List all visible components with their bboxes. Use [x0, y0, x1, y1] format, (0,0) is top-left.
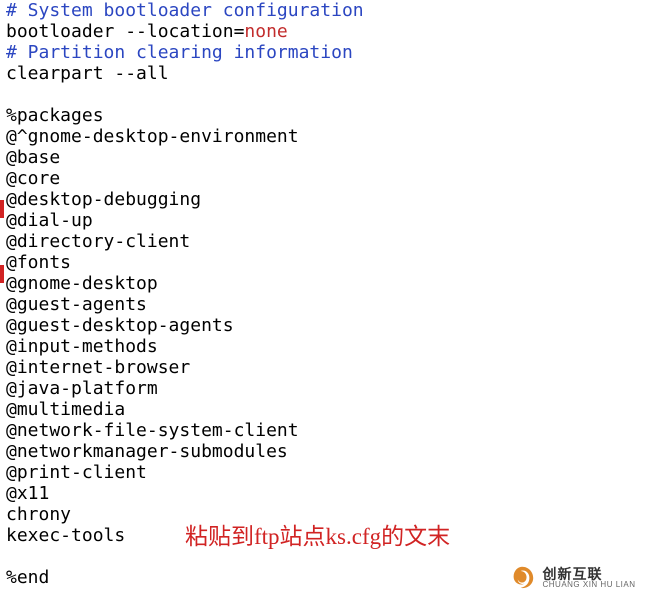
package-line: @network-file-system-client	[6, 420, 299, 441]
package-line: @print-client	[6, 462, 147, 483]
package-line: chrony	[6, 504, 71, 525]
package-line: @internet-browser	[6, 357, 190, 378]
package-line: @^gnome-desktop-environment	[6, 126, 299, 147]
packages-header: %packages	[6, 105, 104, 126]
edit-marker	[0, 200, 4, 218]
comment-partition: # Partition clearing information	[6, 42, 353, 63]
package-line: @x11	[6, 483, 49, 504]
bootloader-value: none	[244, 21, 287, 42]
clearpart-line: clearpart --all	[6, 63, 169, 84]
watermark-text: 创新互联 CHUANG XIN HU LIAN	[542, 567, 635, 589]
comment-bootloader: # System bootloader configuration	[6, 0, 364, 21]
package-line: @guest-agents	[6, 294, 147, 315]
package-line: @base	[6, 147, 60, 168]
package-line: @fonts	[6, 252, 71, 273]
watermark-en: CHUANG XIN HU LIAN	[542, 581, 635, 589]
package-line: @desktop-debugging	[6, 189, 201, 210]
package-line: @gnome-desktop	[6, 273, 158, 294]
edit-marker	[0, 265, 4, 283]
package-line: kexec-tools	[6, 525, 125, 546]
watermark-logo: 创新互联 CHUANG XIN HU LIAN	[502, 554, 642, 602]
kickstart-config-code: # System bootloader configuration bootlo…	[0, 0, 648, 588]
package-line: @dial-up	[6, 210, 93, 231]
packages-end: %end	[6, 567, 49, 588]
watermark-cn: 创新互联	[542, 567, 635, 581]
package-line: @core	[6, 168, 60, 189]
package-line: @directory-client	[6, 231, 190, 252]
package-line: @multimedia	[6, 399, 125, 420]
package-line: @guest-desktop-agents	[6, 315, 234, 336]
package-line: @networkmanager-submodules	[6, 441, 288, 462]
swirl-icon	[508, 564, 536, 592]
paste-instruction-annotation: 粘贴到ftp站点ks.cfg的文末	[185, 526, 450, 547]
package-line: @input-methods	[6, 336, 158, 357]
package-line: @java-platform	[6, 378, 158, 399]
bootloader-line-prefix: bootloader --location=	[6, 21, 244, 42]
